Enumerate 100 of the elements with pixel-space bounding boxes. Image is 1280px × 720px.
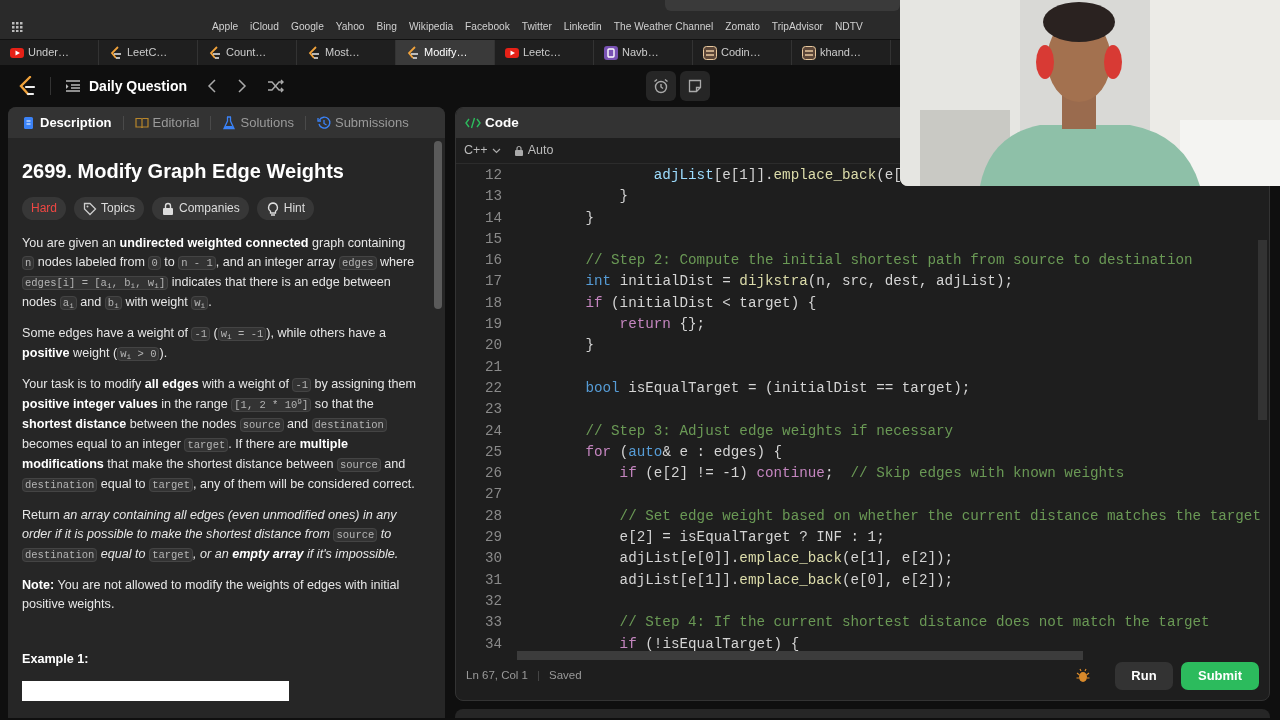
- bookmark-link[interactable]: Wikipedia: [408, 19, 454, 35]
- code-icon: [465, 117, 481, 129]
- code-line: if (initialDist < target) {: [584, 293, 817, 313]
- bookmark-link[interactable]: Yahoo: [335, 19, 365, 35]
- auto-mode-label: Auto: [513, 141, 554, 160]
- browser-tab[interactable]: Navb…: [594, 40, 693, 65]
- scrollbar-thumb[interactable]: [517, 651, 1083, 660]
- site-icon: [109, 45, 123, 60]
- bookmark-link[interactable]: TripAdvisor: [771, 19, 823, 35]
- run-button[interactable]: Run: [1115, 662, 1173, 690]
- code-line: }: [584, 336, 594, 356]
- bookmark-link[interactable]: Bing: [376, 19, 397, 35]
- site-icon: [802, 45, 816, 60]
- bookmark-link[interactable]: Twitter: [521, 19, 552, 35]
- line-number: 23: [483, 400, 502, 420]
- scrollbar-thumb[interactable]: [434, 141, 442, 309]
- browser-tab[interactable]: khand…: [792, 40, 891, 65]
- site-icon: [703, 45, 717, 60]
- line-number: 19: [483, 315, 502, 335]
- bulb-icon: [265, 201, 280, 216]
- companies-button[interactable]: Companies: [152, 197, 249, 220]
- line-number: 16: [483, 251, 502, 271]
- history-icon: [316, 115, 331, 130]
- play-icon: [10, 45, 24, 60]
- description-paragraph: Your task is to modify all edges with a weight of -1 by assigning them positive integer values in the range [1, 2 * 10$^{9}$] so that the shortest distance between the nodes source and destination becomes equal to an integer target . If there are multiple modifications that make the shortest distance between source and destination equal to target , any of them will be considered correct.: [22, 376, 418, 494]
- bug-icon[interactable]: [1075, 668, 1091, 684]
- lock-icon: [513, 145, 524, 156]
- bookmark-link[interactable]: The Weather Channel: [613, 19, 714, 35]
- note-button[interactable]: [680, 71, 711, 101]
- doc-icon: [22, 115, 36, 130]
- code-line: // Set edge weight based on whether the current distance matches the target: [618, 506, 1261, 526]
- logo-icon[interactable]: [18, 76, 36, 96]
- daily-question-button[interactable]: Daily Question: [65, 75, 188, 97]
- line-number: 13: [483, 187, 502, 207]
- browser-tab[interactable]: Count…: [198, 40, 297, 65]
- apps-grid-icon[interactable]: [12, 22, 24, 32]
- line-number: 33: [483, 613, 502, 633]
- line-number: 15: [483, 229, 502, 249]
- bookmark-link[interactable]: NDTV: [834, 19, 863, 35]
- description-paragraph: Return an array containing all edges (even unmodified ones) in any order if it is possible to make the shortest distance from source to destination equal to target , or an empty array if it's impossible.: [22, 507, 400, 564]
- panel-tab[interactable]: Editorial: [128, 112, 206, 133]
- language-dropdown[interactable]: C++: [464, 141, 501, 160]
- code-line: // Step 4: If the current shortest distance does not match the target: [618, 613, 1210, 633]
- description-paragraph: Some edges have a weight of -1 ( w$_{i}$ = -1 ), while others have a positive weight ( w$_{i}$ > 0 ).: [22, 325, 387, 363]
- code-line: for (auto& e : edges) {: [584, 442, 783, 462]
- save-status: Saved: [549, 668, 582, 684]
- flask-icon: [222, 115, 237, 130]
- line-number: 20: [483, 336, 502, 356]
- code-line: // Step 3: Adjust edge weights if necessary: [584, 421, 954, 441]
- alarm-button[interactable]: [646, 71, 677, 101]
- example-heading: Example 1:: [22, 651, 90, 668]
- shuffle-icon[interactable]: [267, 79, 286, 93]
- bookmark-link[interactable]: Zomato: [725, 19, 760, 35]
- browser-tab[interactable]: Codin…: [693, 40, 792, 65]
- code-line: adjList[e[1]].emplace_back(e[: [652, 166, 902, 185]
- line-number: 28: [483, 506, 502, 526]
- address-field[interactable]: [665, 0, 900, 11]
- description-paragraph: Note: You are not allowed to modify the weights of edges with initial positive weights.: [22, 577, 401, 613]
- line-number: 22: [483, 378, 502, 398]
- browser-tab[interactable]: Modify…: [396, 40, 495, 65]
- browser-tab[interactable]: LeetC…: [99, 40, 198, 65]
- cursor-position: Ln 67, Col 1: [466, 668, 528, 684]
- panel-title: Code: [485, 113, 519, 132]
- topics-button[interactable]: Topics: [74, 197, 145, 220]
- line-number: 17: [483, 272, 502, 292]
- code-line: }: [584, 208, 594, 228]
- line-number: 12: [483, 166, 502, 185]
- line-number: 14: [483, 208, 502, 228]
- browser-tab[interactable]: Under…: [0, 40, 99, 65]
- bookmark-link[interactable]: Linkedin: [563, 19, 602, 35]
- next-icon[interactable]: [237, 79, 248, 93]
- line-number: 32: [483, 591, 502, 611]
- panel-tab[interactable]: Description: [16, 112, 118, 133]
- bookmark-link[interactable]: Google: [290, 19, 324, 35]
- line-number: 24: [483, 421, 502, 441]
- code-line: bool isEqualTarget = (initialDist == target);: [584, 378, 971, 398]
- code-line: adjList[e[1]].emplace_back(e[0], e[2]);: [618, 570, 954, 590]
- site-icon: [604, 45, 618, 60]
- browser-tab[interactable]: Leetc…: [495, 40, 594, 65]
- lock-icon: [161, 201, 176, 216]
- hint-button[interactable]: Hint: [256, 197, 315, 220]
- site-icon: [208, 45, 222, 60]
- problem-title: 2699. Modify Graph Edge Weights: [22, 159, 345, 183]
- line-number: 26: [483, 464, 502, 484]
- bookmark-link[interactable]: iCloud: [250, 19, 279, 35]
- alarm-icon: [653, 78, 670, 94]
- line-number: 31: [483, 570, 502, 590]
- panel-tab[interactable]: Submissions: [310, 112, 415, 133]
- previous-icon[interactable]: [207, 79, 218, 93]
- line-number: 34: [483, 634, 502, 654]
- code-line: }: [618, 187, 629, 207]
- site-icon: [406, 45, 420, 60]
- note-icon: [688, 79, 703, 93]
- panel-tab[interactable]: Solutions: [216, 112, 300, 133]
- line-number: 29: [483, 528, 502, 548]
- code-line: if (e[2] != -1) continue; // Skip edges with known weights: [618, 464, 1125, 484]
- code-line: // Step 2: Compute the initial shortest path from source to destination: [584, 251, 1193, 271]
- bookmark-link[interactable]: Facebook: [465, 19, 510, 35]
- list-icon: [65, 79, 81, 93]
- bookmark-link[interactable]: Apple: [212, 19, 239, 35]
